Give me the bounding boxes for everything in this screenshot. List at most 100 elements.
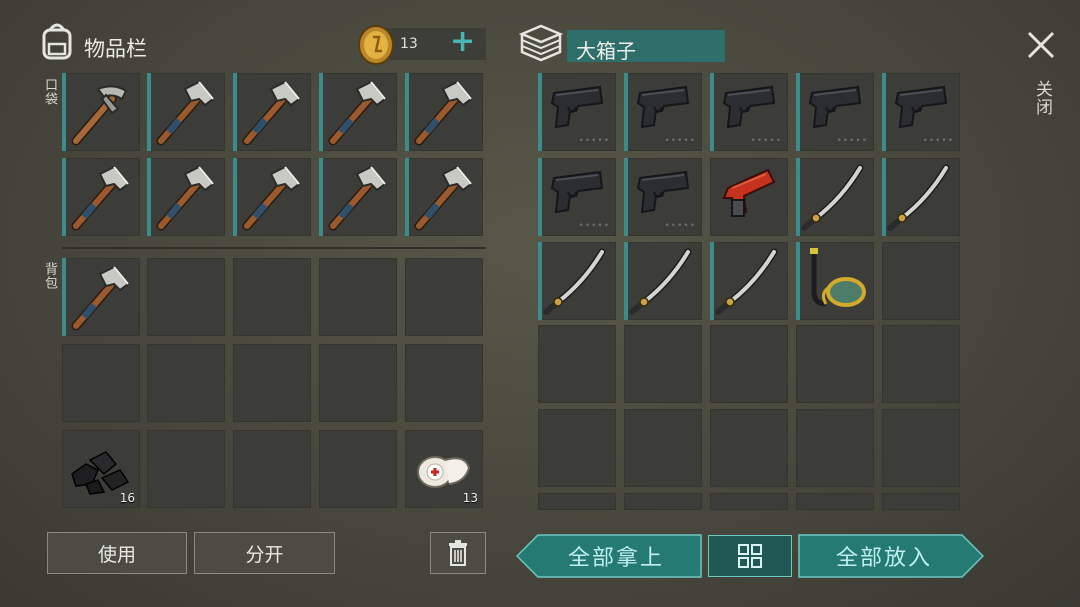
container-slot-12[interactable]	[624, 242, 702, 320]
container-slot-22[interactable]	[624, 409, 702, 487]
container-slot-4[interactable]: •••••	[796, 73, 874, 151]
pocket-slot-7[interactable]	[147, 158, 225, 236]
axe-icon	[319, 158, 397, 236]
backpack-slot-14[interactable]	[319, 430, 397, 508]
backpack-slot-3[interactable]	[233, 258, 311, 336]
snorkel-mask-icon	[796, 242, 874, 320]
container-slot-14[interactable]	[796, 242, 874, 320]
box-icon	[518, 22, 564, 64]
inventory-title: 物品栏	[84, 37, 147, 61]
backpack-slot-2[interactable]	[147, 258, 225, 336]
container-slot-26[interactable]	[538, 493, 616, 510]
axe-icon	[147, 158, 225, 236]
axe-icon	[233, 73, 311, 151]
container-slot-19[interactable]	[796, 325, 874, 403]
ammo-indicator: •••••	[750, 136, 782, 146]
container-slot-9[interactable]	[796, 158, 874, 236]
backpack-slot-11[interactable]: 16	[62, 430, 140, 508]
bandage-count: 13	[462, 491, 478, 505]
pocket-slot-10[interactable]	[405, 158, 483, 236]
container-slot-7[interactable]: •••••	[624, 158, 702, 236]
container-name: 大箱子	[576, 39, 636, 63]
backpack-slot-6[interactable]	[62, 344, 140, 422]
pocket-slot-9[interactable]	[319, 158, 397, 236]
axe-icon	[233, 158, 311, 236]
container-slot-24[interactable]	[796, 409, 874, 487]
pocket-slot-2[interactable]	[147, 73, 225, 151]
backpack-slot-9[interactable]	[319, 344, 397, 422]
pocket-slot-8[interactable]	[233, 158, 311, 236]
pocket-slot-4[interactable]	[319, 73, 397, 151]
coin-count: 13	[400, 36, 418, 52]
pocket-slot-1[interactable]	[62, 73, 140, 151]
split-button[interactable]: 分开	[194, 532, 335, 574]
container-slot-6[interactable]: •••••	[538, 158, 616, 236]
container-slot-29[interactable]	[796, 493, 874, 510]
ammo-indicator: •••••	[664, 136, 696, 146]
backpack-slot-8[interactable]	[233, 344, 311, 422]
axe-icon	[405, 158, 483, 236]
katana-icon	[624, 242, 702, 320]
close-icon[interactable]	[1026, 30, 1056, 60]
container-slot-13[interactable]	[710, 242, 788, 320]
ammo-indicator: •••••	[664, 221, 696, 231]
container-slot-16[interactable]	[538, 325, 616, 403]
axe-icon	[319, 73, 397, 151]
put-all-button[interactable]: 全部放入	[798, 535, 970, 577]
container-slot-17[interactable]	[624, 325, 702, 403]
backpack-icon	[38, 22, 76, 62]
container-slot-18[interactable]	[710, 325, 788, 403]
close-label[interactable]: 关闭	[1030, 80, 1055, 116]
pocket-slot-5[interactable]	[405, 73, 483, 151]
ammo-indicator: •••••	[578, 136, 610, 146]
container-slot-30[interactable]	[882, 493, 960, 510]
trash-button[interactable]	[430, 532, 486, 574]
container-slot-1[interactable]: •••••	[538, 73, 616, 151]
axe-icon	[147, 73, 225, 151]
container-slot-5[interactable]: •••••	[882, 73, 960, 151]
ammo-indicator: •••••	[578, 221, 610, 231]
container-slot-11[interactable]	[538, 242, 616, 320]
katana-icon	[882, 158, 960, 236]
container-slot-3[interactable]: •••••	[710, 73, 788, 151]
katana-icon	[796, 158, 874, 236]
take-all-button[interactable]: 全部拿上	[530, 535, 702, 577]
pocket-slot-6[interactable]	[62, 158, 140, 236]
container-slot-23[interactable]	[710, 409, 788, 487]
backpack-slot-5[interactable]	[405, 258, 483, 336]
sort-button[interactable]	[708, 535, 792, 577]
backpack-slot-1[interactable]	[62, 258, 140, 336]
container-slot-2[interactable]: •••••	[624, 73, 702, 151]
container-slot-27[interactable]	[624, 493, 702, 510]
use-button[interactable]: 使用	[47, 532, 187, 574]
flare-gun-icon	[710, 158, 788, 236]
ammo-indicator: •••••	[836, 136, 868, 146]
charcoal-count: 16	[119, 491, 135, 505]
add-coins-button[interactable]: +	[450, 24, 475, 60]
backpack-slot-15[interactable]: 13	[405, 430, 483, 508]
pocket-slot-3[interactable]	[233, 73, 311, 151]
pocket-label: 口袋	[42, 78, 57, 106]
axe-icon	[62, 258, 140, 336]
ammo-indicator: •••••	[922, 136, 954, 146]
coin-icon	[356, 24, 396, 66]
axe-icon	[62, 158, 140, 236]
axe-icon	[405, 73, 483, 151]
katana-icon	[710, 242, 788, 320]
container-slot-25[interactable]	[882, 409, 960, 487]
backpack-slot-13[interactable]	[233, 430, 311, 508]
backpack-slot-7[interactable]	[147, 344, 225, 422]
grid-icon	[738, 544, 762, 568]
container-slot-10[interactable]	[882, 158, 960, 236]
backpack-slot-12[interactable]	[147, 430, 225, 508]
container-slot-20[interactable]	[882, 325, 960, 403]
container-slot-8[interactable]	[710, 158, 788, 236]
container-slot-28[interactable]	[710, 493, 788, 510]
container-slot-21[interactable]	[538, 409, 616, 487]
pickaxe-icon	[62, 73, 140, 151]
backpack-slot-4[interactable]	[319, 258, 397, 336]
container-slot-15[interactable]	[882, 242, 960, 320]
backpack-slot-10[interactable]	[405, 344, 483, 422]
trash-icon	[449, 540, 467, 566]
section-divider	[62, 247, 486, 249]
